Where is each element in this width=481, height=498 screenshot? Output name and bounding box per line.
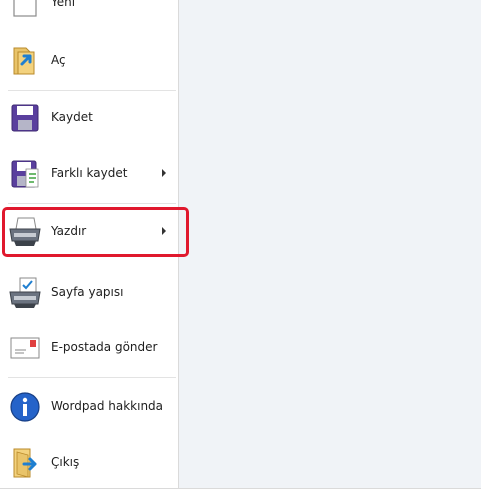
menu-item-label: E-postada gönder [51, 340, 158, 354]
info-icon [8, 390, 42, 424]
menu-separator [8, 377, 176, 378]
menu-item-new[interactable]: Yeni [0, 0, 178, 26]
email-icon [8, 331, 42, 365]
menu-item-exit[interactable]: Çıkış [0, 438, 178, 486]
menu-item-label: Sayfa yapısı [51, 285, 124, 299]
print-highlight-box [2, 207, 189, 257]
menu-item-label: Yeni [51, 0, 76, 9]
page-setup-icon [8, 276, 42, 310]
menu-item-label: Aç [51, 53, 66, 67]
menu-item-open[interactable]: Aç [0, 36, 178, 84]
open-folder-icon [8, 44, 42, 78]
save-floppy-icon [8, 101, 42, 135]
menu-item-save[interactable]: Kaydet [0, 93, 178, 141]
save-as-icon [8, 157, 42, 191]
submenu-content-pane [179, 0, 481, 488]
menu-item-label: Çıkış [51, 455, 80, 469]
menu-item-label: Wordpad hakkında [51, 399, 164, 413]
menu-item-label: Farklı kaydet [51, 166, 128, 180]
menu-item-page-setup[interactable]: Sayfa yapısı [0, 268, 178, 316]
menu-item-save-as[interactable]: Farklı kaydet [0, 149, 178, 197]
menu-item-label: Kaydet [51, 110, 93, 124]
menu-item-about[interactable]: Wordpad hakkında [0, 382, 178, 430]
menu-item-email[interactable]: E-postada gönder [0, 323, 178, 371]
menu-separator [8, 90, 176, 91]
menu-separator [8, 203, 176, 204]
exit-icon [8, 446, 42, 480]
new-document-icon [8, 0, 42, 20]
submenu-arrow-icon [162, 169, 166, 177]
